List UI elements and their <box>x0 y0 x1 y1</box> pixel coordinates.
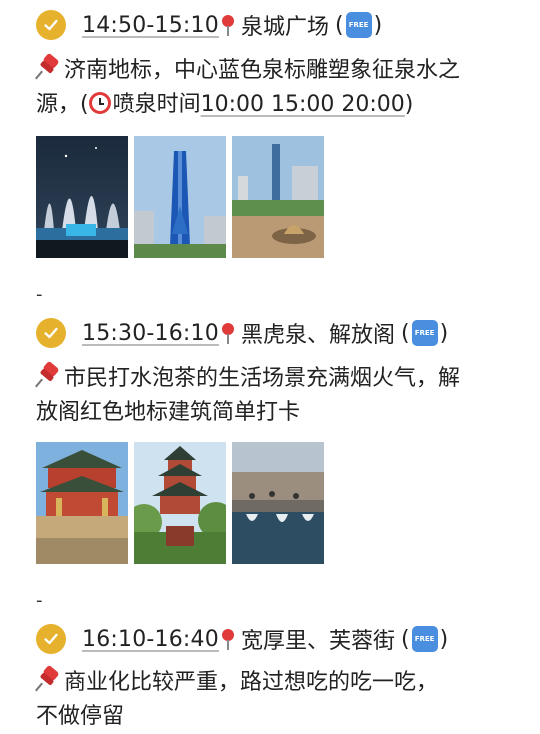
close-paren: ) <box>439 320 449 346</box>
time-range: 14:50-15:10 <box>82 12 219 38</box>
description-line-1: 市民打水泡茶的生活场景充满烟火气，解 <box>64 366 461 391</box>
separator: - <box>36 284 43 305</box>
fountain-time-label: 喷泉时间 <box>112 92 201 117</box>
photo-tower-trees[interactable] <box>134 442 226 564</box>
section-header: 16:10-16:40 宽厚里、芙蓉街 ( FREE ) <box>36 622 448 656</box>
pushpin-icon <box>35 52 60 80</box>
free-button-icon: FREE <box>411 320 438 346</box>
place-name: 泉城广场 <box>240 15 329 40</box>
free-button-icon: FREE <box>411 626 438 652</box>
pushpin-icon <box>35 360 60 388</box>
check-circle-icon <box>36 318 66 348</box>
separator: - <box>36 590 43 611</box>
check-circle-icon <box>36 10 66 40</box>
round-pushpin-icon <box>221 321 237 345</box>
place-name: 黑虎泉、解放阁 <box>240 323 395 348</box>
photo-night-fountain[interactable] <box>36 136 128 258</box>
description: 市民打水泡茶的生活场景充满烟火气，解 放阁红色地标建筑简单打卡 <box>35 360 506 430</box>
close-paren: ) <box>373 12 383 38</box>
description-line-2: 不做停留 <box>36 704 125 729</box>
photo-blue-tower[interactable] <box>134 136 226 258</box>
place-name: 宽厚里、芙蓉街 <box>240 629 395 654</box>
photo-pavilion[interactable] <box>36 442 128 564</box>
description-line-2: 放阁红色地标建筑简单打卡 <box>36 400 301 425</box>
open-paren: ( <box>400 320 410 346</box>
description-line-2-prefix: 源，( <box>36 92 89 117</box>
description-line-2-suffix: ) <box>404 92 414 117</box>
open-paren: ( <box>334 12 344 38</box>
description-line-1: 济南地标，中心蓝色泉标雕塑象征泉水之 <box>64 58 461 83</box>
description: 商业化比较严重，路过想吃的吃一吃， 不做停留 <box>35 664 506 734</box>
free-button-icon: FREE <box>345 12 372 38</box>
fountain-times: 10:00 15:00 20:00 <box>200 92 405 117</box>
photo-spring-water[interactable] <box>232 442 324 564</box>
photo-row <box>36 136 324 258</box>
time-range: 16:10-16:40 <box>82 626 219 652</box>
photo-row <box>36 442 324 564</box>
check-circle-icon <box>36 624 66 654</box>
alarm-clock-icon <box>88 92 111 114</box>
round-pushpin-icon <box>221 627 237 651</box>
round-pushpin-icon <box>221 13 237 37</box>
time-range: 15:30-16:10 <box>82 320 219 346</box>
section-header: 15:30-16:10 黑虎泉、解放阁 ( FREE ) <box>36 316 448 350</box>
open-paren: ( <box>400 626 410 652</box>
description-line-1: 商业化比较严重，路过想吃的吃一吃， <box>64 670 439 695</box>
close-paren: ) <box>439 626 449 652</box>
section-header: 14:50-15:10 泉城广场 ( FREE ) <box>36 8 382 42</box>
photo-plaza[interactable] <box>232 136 324 258</box>
description: 济南地标，中心蓝色泉标雕塑象征泉水之 源，( 喷泉时间10:00 15:00 20… <box>35 52 506 122</box>
pushpin-icon <box>35 664 60 692</box>
